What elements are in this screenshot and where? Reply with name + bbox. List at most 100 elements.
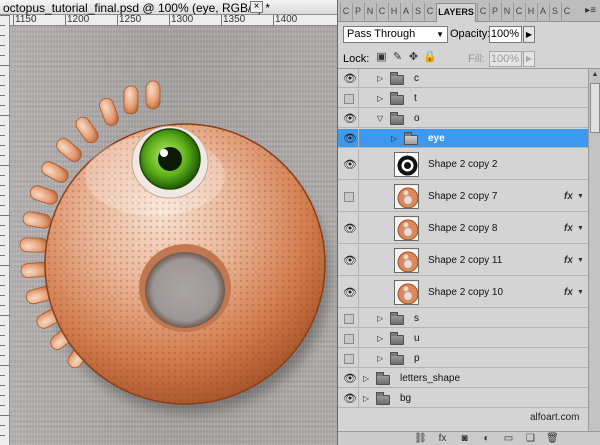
trash-icon[interactable]: 🗑 — [545, 432, 560, 445]
scroll-up-arrow-icon[interactable]: ▲ — [589, 69, 600, 81]
visibility-toggle[interactable]: 👁 — [338, 369, 359, 387]
eye-icon[interactable]: 👁 — [343, 73, 357, 85]
link-icon[interactable]: ⛓ — [413, 432, 428, 445]
panel-tab-s-15[interactable]: S — [549, 3, 560, 22]
lock-all-icon[interactable]: 🔒 — [423, 51, 437, 64]
panel-tab-p-10[interactable]: P — [489, 3, 500, 22]
eye-icon[interactable]: 👁 — [343, 287, 357, 299]
panel-tab-h-13[interactable]: H — [525, 3, 536, 22]
visibility-toggle[interactable]: 👁 — [338, 109, 359, 127]
panel-tab-layers-8[interactable]: LAYERS — [436, 3, 476, 22]
eye-icon[interactable]: 👁 — [343, 373, 357, 385]
visibility-toggle[interactable]: 👁 — [338, 149, 359, 179]
layer-row-shape-2-copy-2[interactable]: 👁 Shape 2 copy 2 — [338, 149, 588, 180]
eye-icon[interactable]: 👁 — [343, 159, 357, 171]
effects-expand-icon[interactable]: ▼ — [577, 257, 584, 264]
visibility-toggle[interactable] — [338, 349, 359, 367]
expand-triangle-icon[interactable]: ▷ — [377, 334, 383, 343]
layer-row-u[interactable]: ▷ u — [338, 329, 588, 348]
visibility-toggle[interactable]: 👁 — [338, 129, 359, 147]
visibility-checkbox[interactable] — [344, 353, 354, 364]
fill-input[interactable]: 100% — [489, 51, 522, 67]
visibility-toggle[interactable]: 👁 — [338, 245, 359, 275]
adjustment-icon[interactable]: ◐ — [479, 432, 494, 445]
lock-position-icon[interactable]: ✥ — [407, 51, 420, 64]
visibility-checkbox[interactable] — [344, 313, 354, 324]
panel-tab-c-16[interactable]: C — [561, 3, 572, 22]
panel-tab-c-9[interactable]: C — [477, 3, 488, 22]
effects-expand-icon[interactable]: ▼ — [577, 193, 584, 200]
panel-tab-c-0[interactable]: C — [340, 3, 351, 22]
panel-tab-n-11[interactable]: N — [501, 3, 512, 22]
layer-row-o[interactable]: 👁 ▽ o — [338, 109, 588, 128]
document-titlebar[interactable]: octopus_tutorial_final.psd @ 100% (eye, … — [0, 0, 337, 15]
canvas[interactable] — [10, 26, 337, 445]
panel-tab-c-7[interactable]: C — [424, 3, 435, 22]
fx-icon[interactable]: fx — [435, 432, 450, 445]
layer-effects-icon[interactable]: fx — [564, 255, 573, 266]
mask-icon[interactable]: ◙ — [457, 432, 472, 445]
visibility-checkbox[interactable] — [344, 191, 354, 202]
eye-icon[interactable]: 👁 — [343, 223, 357, 235]
panel-tab-n-2[interactable]: N — [364, 3, 375, 22]
eye-icon[interactable]: 👁 — [343, 255, 357, 267]
effects-expand-icon[interactable]: ▼ — [577, 225, 584, 232]
layer-row-shape-2-copy-10[interactable]: 👁 Shape 2 copy 10 fx ▼ — [338, 277, 588, 308]
layers-scrollbar[interactable]: ▲ — [588, 69, 600, 432]
panel-tab-c-12[interactable]: C — [513, 3, 524, 22]
panel-tab-h-4[interactable]: H — [388, 3, 399, 22]
visibility-toggle[interactable] — [338, 329, 359, 347]
layer-row-p[interactable]: ▷ p — [338, 349, 588, 368]
scrollbar-thumb[interactable] — [590, 83, 600, 133]
layer-row-c[interactable]: 👁 ▷ c — [338, 69, 588, 88]
expand-triangle-icon[interactable]: ▷ — [363, 394, 369, 403]
expand-triangle-icon[interactable]: ▷ — [391, 134, 397, 143]
visibility-toggle[interactable]: 👁 — [338, 389, 359, 407]
layer-effects-icon[interactable]: fx — [564, 223, 573, 234]
visibility-toggle[interactable] — [338, 181, 359, 211]
eye-icon[interactable]: 👁 — [343, 113, 357, 125]
layer-row-shape-2-copy-7[interactable]: Shape 2 copy 7 fx ▼ — [338, 181, 588, 212]
new-layer-icon[interactable]: ❏ — [523, 432, 538, 445]
close-document-button[interactable]: × — [250, 1, 263, 13]
collapse-triangle-icon[interactable]: ▽ — [377, 114, 383, 123]
visibility-toggle[interactable]: 👁 — [338, 277, 359, 307]
panel-tab-p-1[interactable]: P — [352, 3, 363, 22]
visibility-checkbox[interactable] — [344, 333, 354, 344]
panel-tab-a-14[interactable]: A — [537, 3, 548, 22]
visibility-checkbox[interactable] — [344, 93, 354, 104]
fill-slider-toggle[interactable]: ▶ — [523, 51, 535, 67]
visibility-toggle[interactable] — [338, 89, 359, 107]
panel-tab-s-6[interactable]: S — [412, 3, 423, 22]
eye-icon[interactable]: 👁 — [343, 393, 357, 405]
layer-effects-icon[interactable]: fx — [564, 191, 573, 202]
layer-row-s[interactable]: ▷ s — [338, 309, 588, 328]
expand-triangle-icon[interactable]: ▷ — [377, 74, 383, 83]
layer-row-bg[interactable]: 👁 ▷ bg — [338, 389, 588, 408]
eye-icon[interactable]: 👁 — [343, 133, 357, 145]
effects-expand-icon[interactable]: ▼ — [577, 289, 584, 296]
expand-triangle-icon[interactable]: ▷ — [377, 314, 383, 323]
new-group-icon[interactable]: ▭ — [501, 432, 516, 445]
layer-row-letters_shape[interactable]: 👁 ▷ letters_shape — [338, 369, 588, 388]
expand-triangle-icon[interactable]: ▷ — [377, 94, 383, 103]
layer-row-shape-2-copy-11[interactable]: 👁 Shape 2 copy 11 fx ▼ — [338, 245, 588, 276]
expand-triangle-icon[interactable]: ▷ — [363, 374, 369, 383]
layer-effects-icon[interactable]: fx — [564, 287, 573, 298]
panel-tab-c-3[interactable]: C — [376, 3, 387, 22]
opacity-slider-toggle[interactable]: ▶ — [523, 26, 535, 43]
lock-image-pixels-icon[interactable]: ✎ — [391, 51, 404, 64]
layer-row-shape-2-copy-8[interactable]: 👁 Shape 2 copy 8 fx ▼ — [338, 213, 588, 244]
ruler-mark — [0, 225, 5, 230]
opacity-input[interactable]: 100% — [489, 26, 522, 43]
lock-transparency-icon[interactable]: ▣ — [375, 51, 388, 64]
panel-menu-icon[interactable]: ▸≡ — [585, 5, 596, 16]
expand-triangle-icon[interactable]: ▷ — [377, 354, 383, 363]
blend-mode-select[interactable]: Pass Through ▼ — [343, 26, 448, 43]
layer-row-t[interactable]: ▷ t — [338, 89, 588, 108]
layer-row-eye[interactable]: 👁 ▷ eye — [338, 129, 588, 148]
visibility-toggle[interactable] — [338, 309, 359, 327]
visibility-toggle[interactable]: 👁 — [338, 69, 359, 87]
panel-tab-a-5[interactable]: A — [400, 3, 411, 22]
visibility-toggle[interactable]: 👁 — [338, 213, 359, 243]
